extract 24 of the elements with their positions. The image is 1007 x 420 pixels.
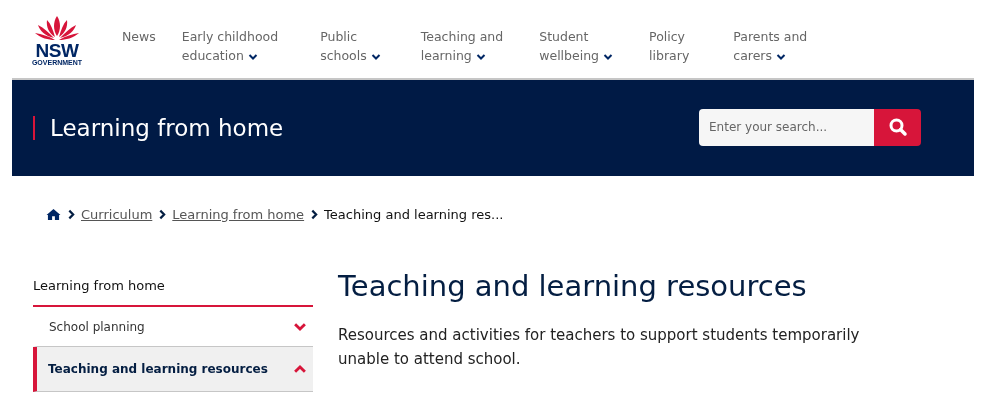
nav-link[interactable]: Parents and carers — [733, 27, 808, 65]
nav-link[interactable]: News — [122, 27, 156, 65]
intro-paragraph: Resources and activities for teachers to support students temporarily unable to attend school. — [338, 325, 861, 370]
breadcrumb-link[interactable]: Learning from home — [172, 206, 305, 222]
banner-title: Learning from home — [33, 116, 284, 140]
breadcrumb-current: Teaching and learning res... — [324, 206, 504, 222]
nav-link[interactable]: Teaching and learning — [420, 27, 504, 65]
page-heading: Teaching and learning resources — [338, 269, 808, 303]
nav-link[interactable]: Public schools — [320, 27, 381, 65]
home-icon[interactable] — [46, 207, 61, 221]
chevron-right-icon — [309, 208, 321, 220]
logo-wordmark: NSW — [35, 42, 79, 59]
search-field[interactable]: Enter your search... — [699, 108, 874, 146]
search-icon — [887, 117, 908, 137]
nav-link[interactable]: Student wellbeing — [539, 27, 614, 65]
waratah-icon — [33, 14, 81, 42]
search-button[interactable] — [874, 108, 921, 146]
sidebar-title[interactable]: Learning from home — [33, 266, 313, 307]
chevron-right-icon — [66, 208, 77, 220]
chevron-right-icon — [157, 208, 169, 220]
nav-link[interactable]: Policy library — [649, 27, 690, 65]
sidebar-item[interactable]: Teaching and learning resources — [33, 347, 313, 392]
nav-link[interactable]: Early childhood education — [181, 27, 279, 65]
breadcrumb-link[interactable]: Curriculum — [81, 206, 153, 222]
